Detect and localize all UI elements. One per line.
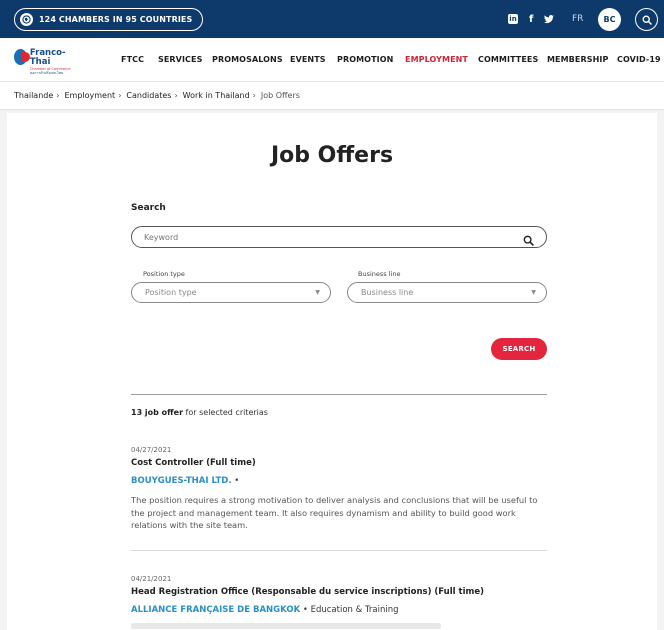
top-bar: 124 CHAMBERS IN 95 COUNTRIES in f FR BC [0,0,664,38]
nav-ftcc[interactable]: FTCC [121,38,144,82]
job-item[interactable]: 04/27/2021 Cost Controller (Full time) B… [131,446,551,532]
nav-covid[interactable]: COVID-19 [617,38,661,82]
breadcrumb-thailande[interactable]: Thailande › [14,91,64,100]
user-avatar[interactable]: BC [598,8,621,31]
chambers-link[interactable]: 124 CHAMBERS IN 95 COUNTRIES [14,8,204,31]
keyword-search-box [131,226,547,248]
search-icon[interactable] [635,8,658,31]
job-date: 04/27/2021 [131,446,172,454]
breadcrumb-job-offers: Job Offers [260,91,300,100]
content-card: Job Offers Search Position type Position… [7,113,657,630]
breadcrumb-work-in-thailand[interactable]: Work in Thailand › [183,91,261,100]
business-line-label: Business line [358,270,401,278]
business-line-value: Business line [361,288,414,297]
twitter-icon[interactable] [544,0,554,38]
job-company[interactable]: ALLIANCE FRANÇAISE DE BANGKOK [131,605,300,615]
logo-name: Franco-Thai [29,48,66,67]
breadcrumb-employment[interactable]: Employment › [64,91,126,100]
results-count: 13 job offer for selected criterias [131,408,268,417]
business-line-select[interactable]: Business line ▼ [347,282,547,303]
globe-icon [20,13,33,26]
position-type-label: Position type [143,270,185,278]
job-title[interactable]: Cost Controller (Full time) [131,458,551,468]
job-industry: Education & Training [310,605,399,615]
job-company-line: BOUYGUES-THAI LTD. • [131,476,240,486]
results-divider [131,394,547,395]
keyword-input[interactable] [144,230,514,245]
job-company-line: ALLIANCE FRANÇAISE DE BANGKOK • Educatio… [131,605,399,615]
keyword-search-icon[interactable] [523,231,534,250]
nav-committees[interactable]: COMMITTEES [478,38,538,82]
job-item[interactable]: 04/21/2021 Head Registration Office (Res… [131,575,551,629]
main-nav: Franco-Thai Chamber of Commerce หอการค้า… [0,38,664,82]
job-divider [131,550,547,551]
nav-employment[interactable]: EMPLOYMENT [405,38,468,82]
position-type-select[interactable]: Position type ▼ [131,282,331,303]
job-description-placeholder [131,623,441,629]
page-title: Job Offers [270,143,394,168]
logo-thai: หอการค้าฝรั่งเศส-ไทย [29,71,64,75]
job-date: 04/21/2021 [131,575,172,583]
breadcrumb-candidates[interactable]: Candidates › [126,91,182,100]
chevron-down-icon: ▼ [315,289,320,296]
nav-services[interactable]: SERVICES [158,38,202,82]
logo-icon [14,49,30,65]
franco-thai-logo[interactable]: Franco-Thai Chamber of Commerce หอการค้า… [14,48,74,75]
nav-promotion[interactable]: PROMOTION [337,38,393,82]
nav-promosalons[interactable]: PROMOSALONS [212,38,283,82]
nav-membership[interactable]: MEMBERSHIP [547,38,608,82]
nav-events[interactable]: EVENTS [290,38,326,82]
language-switch[interactable]: FR [572,0,583,38]
linkedin-icon[interactable]: in [508,0,518,38]
chevron-down-icon: ▼ [531,289,536,296]
job-title[interactable]: Head Registration Office (Responsable du… [131,587,551,597]
job-company[interactable]: BOUYGUES-THAI LTD. [131,476,232,486]
search-button[interactable]: SEARCH [491,338,547,360]
facebook-icon[interactable]: f [529,0,533,38]
search-label: Search [131,203,166,213]
job-description: The position requires a strong motivatio… [131,495,538,530]
chambers-text: 124 CHAMBERS IN 95 COUNTRIES [39,15,193,24]
position-type-value: Position type [145,288,197,297]
breadcrumb: Thailande › Employment › Candidates › Work … [0,82,664,110]
